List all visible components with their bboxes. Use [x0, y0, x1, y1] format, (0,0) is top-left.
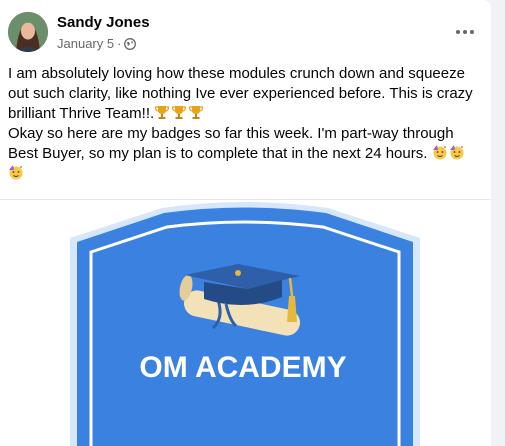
partying-face-icon: [449, 144, 465, 160]
post-meta: January 5 ·: [57, 36, 137, 51]
avatar[interactable]: [8, 12, 48, 52]
post-header: Sandy Jones January 5 ·: [8, 12, 483, 54]
post-paragraph: I am absolutely loving how these modules…: [8, 64, 478, 184]
post-date[interactable]: January 5: [57, 36, 114, 51]
author-name[interactable]: Sandy Jones: [57, 14, 150, 31]
partying-face-icon: [8, 164, 24, 180]
trophy-icon: [171, 104, 187, 120]
more-options-icon[interactable]: [447, 22, 483, 42]
partying-face-icon: [432, 144, 448, 160]
trophy-icon: [154, 104, 170, 120]
post-text-line-1: I am absolutely loving how these modules…: [8, 65, 473, 122]
page-scrollbar[interactable]: [491, 0, 505, 446]
post-text-line-2: Okay so here are my badges so far this w…: [8, 125, 454, 162]
post-card: Sandy Jones January 5 · I am absolutely …: [0, 0, 491, 446]
meta-separator: ·: [117, 36, 122, 51]
post-image[interactable]: OM ACADEMY: [0, 200, 491, 446]
trophy-icon: [188, 104, 204, 120]
post-text: I am absolutely loving how these modules…: [8, 64, 478, 184]
badge-text: OM ACADEMY: [139, 351, 346, 384]
globe-icon[interactable]: [124, 37, 137, 50]
